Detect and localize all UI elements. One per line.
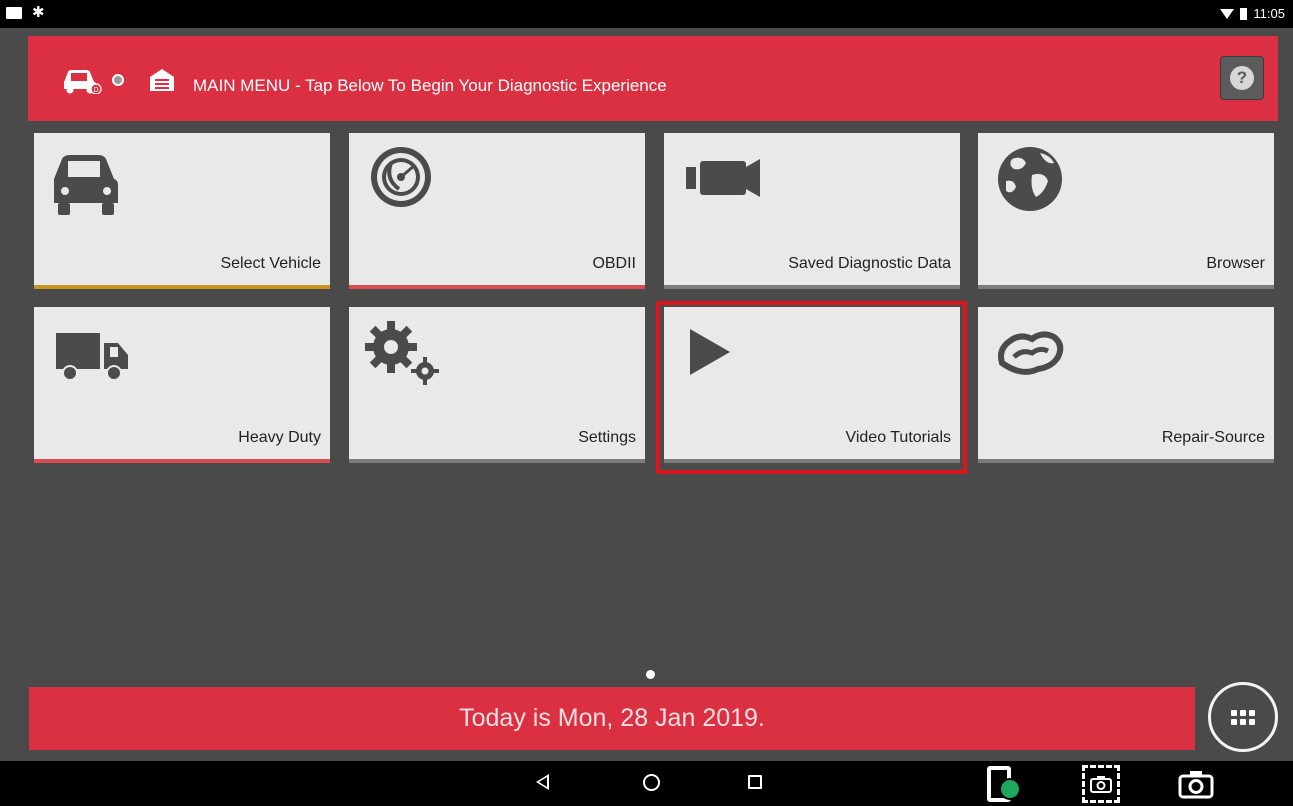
help-icon: ?: [1230, 66, 1254, 90]
tile-settings[interactable]: Settings: [349, 307, 645, 463]
gears-icon: [365, 321, 439, 385]
tile-select-vehicle[interactable]: Select Vehicle: [34, 133, 330, 289]
globe-icon: [998, 147, 1062, 211]
tile-obdii[interactable]: OBDII: [349, 133, 645, 289]
tile-label: Heavy Duty: [238, 429, 321, 446]
battery-icon: [1240, 7, 1248, 20]
app-grid-icon: [1231, 709, 1255, 725]
help-button[interactable]: ?: [1220, 56, 1264, 100]
video-camera-icon: [686, 159, 760, 197]
car-icon[interactable]: D: [60, 66, 104, 94]
page-title: MAIN MENU - Tap Below To Begin Your Diag…: [193, 76, 667, 95]
radar-icon: [371, 147, 431, 207]
back-icon[interactable]: [536, 774, 549, 790]
car-icon: [54, 155, 118, 215]
tile-heavy-duty[interactable]: Heavy Duty: [34, 307, 330, 463]
settings-notification-icon: ✱: [32, 4, 45, 21]
navigation-bar: [0, 761, 1293, 806]
tile-label: Settings: [578, 429, 636, 446]
date-banner: Today is Mon, 28 Jan 2019.: [29, 687, 1195, 750]
selection-highlight: [656, 301, 967, 474]
notification-icon: [6, 7, 22, 19]
status-time: 11:05: [1253, 6, 1285, 21]
repair-source-icon: [998, 331, 1064, 375]
tile-saved-diagnostic-data[interactable]: Saved Diagnostic Data: [664, 133, 960, 289]
garage-icon[interactable]: [148, 67, 176, 93]
header-bar: D MAIN MENU - Tap Below To Begin Your Di…: [28, 36, 1278, 121]
app-drawer-button[interactable]: [1208, 682, 1278, 752]
home-icon[interactable]: [643, 774, 660, 791]
tile-label: Select Vehicle: [220, 255, 321, 272]
phone-wifi-icon[interactable]: [987, 766, 1021, 802]
tile-label: Repair-Source: [1161, 429, 1265, 446]
wifi-icon: [1220, 8, 1235, 19]
truck-icon: [56, 333, 128, 381]
svg-text:D: D: [93, 87, 98, 94]
tile-label: Browser: [1206, 255, 1265, 272]
tile-label: Saved Diagnostic Data: [788, 255, 951, 272]
tile-label: OBDII: [592, 255, 636, 272]
status-bar: ✱ 11:05: [0, 0, 1293, 28]
tile-repair-source[interactable]: Repair-Source: [978, 307, 1274, 463]
camera-icon[interactable]: [1176, 767, 1216, 801]
page-indicator: [646, 670, 655, 679]
tile-browser[interactable]: Browser: [978, 133, 1274, 289]
recent-apps-icon[interactable]: [748, 775, 762, 789]
screen-capture-icon[interactable]: [1082, 765, 1120, 803]
status-dot-icon: [112, 74, 124, 86]
